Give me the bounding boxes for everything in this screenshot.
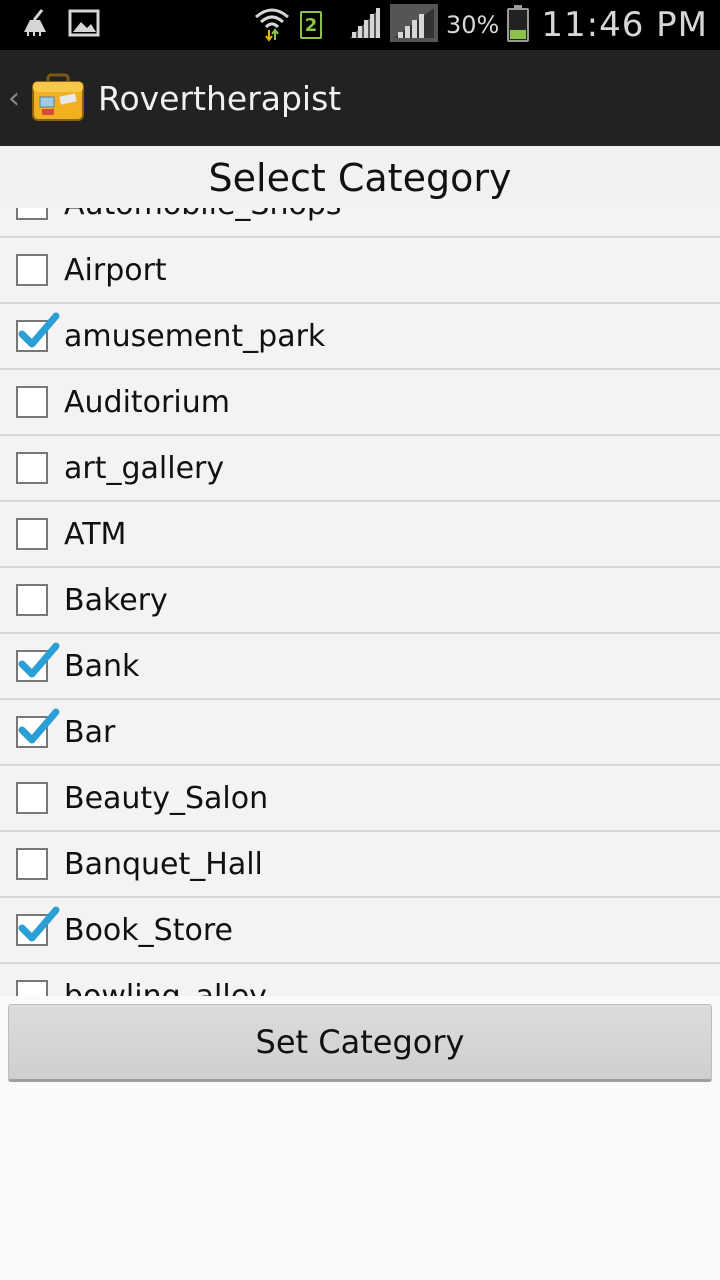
category-checkbox[interactable] <box>16 848 48 880</box>
category-label: Banquet_Hall <box>64 846 263 882</box>
category-checkbox[interactable] <box>16 980 48 996</box>
category-item[interactable]: bowling_alley <box>0 964 720 996</box>
category-item[interactable]: Auditorium <box>0 370 720 436</box>
checkmark-icon <box>18 906 60 942</box>
action-bar: ‹ Rovertherapist <box>0 50 720 146</box>
category-label: amusement_park <box>64 318 326 354</box>
category-item[interactable]: amusement_park <box>0 304 720 370</box>
wifi-icon <box>252 3 292 47</box>
category-item[interactable]: Banquet_Hall <box>0 832 720 898</box>
category-label: Beauty_Salon <box>64 780 269 816</box>
sim-number: 2 <box>304 14 318 36</box>
checkmark-icon <box>18 708 60 744</box>
checkmark-icon <box>18 642 60 678</box>
app-title: Rovertherapist <box>98 78 342 118</box>
category-item[interactable]: art_gallery <box>0 436 720 502</box>
category-checkbox[interactable] <box>16 642 60 682</box>
category-label: Airport <box>64 252 167 288</box>
category-label: art_gallery <box>64 450 225 486</box>
category-item[interactable]: Bakery <box>0 568 720 634</box>
category-item[interactable]: Book_Store <box>0 898 720 964</box>
status-bar: 2 30% 11:46 PM <box>0 0 720 50</box>
category-item[interactable]: ATM <box>0 502 720 568</box>
category-label: Auditorium <box>64 384 230 420</box>
signal-icon <box>348 6 382 44</box>
category-list: Automobile_ShopsAirportamusement_parkAud… <box>0 172 720 996</box>
battery-fill <box>510 30 527 39</box>
clock: 11:46 PM <box>541 5 708 45</box>
set-category-button[interactable]: Set Category <box>8 1004 712 1082</box>
category-label: Bar <box>64 714 116 750</box>
suitcase-icon[interactable] <box>30 73 86 123</box>
category-checkbox[interactable] <box>16 518 48 550</box>
battery-icon <box>507 5 530 42</box>
category-item[interactable]: Airport <box>0 238 720 304</box>
category-checkbox[interactable] <box>16 782 48 814</box>
category-item[interactable]: Beauty_Salon <box>0 766 720 832</box>
category-checkbox[interactable] <box>16 584 48 616</box>
category-checkbox[interactable] <box>16 452 48 484</box>
checkmark-icon <box>18 312 60 348</box>
category-item[interactable]: Bar <box>0 700 720 766</box>
category-checkbox[interactable] <box>16 708 60 748</box>
chevron-left-icon[interactable]: ‹ <box>8 81 26 116</box>
category-checkbox[interactable] <box>16 906 60 946</box>
category-checkbox[interactable] <box>16 312 60 352</box>
category-label: ATM <box>64 516 127 552</box>
sim-icon: 2 <box>300 11 323 39</box>
page-title: Select Category <box>0 146 720 208</box>
category-label: Book_Store <box>64 912 233 948</box>
signal-icon-2 <box>390 4 439 46</box>
battery-percent: 30% <box>446 11 500 39</box>
image-icon <box>68 8 100 42</box>
category-item[interactable]: Bank <box>0 634 720 700</box>
category-label: Bakery <box>64 582 168 618</box>
category-label: bowling_alley <box>64 978 267 997</box>
category-label: Bank <box>64 648 140 684</box>
broom-icon <box>20 8 50 42</box>
category-checkbox[interactable] <box>16 386 48 418</box>
category-list-viewport[interactable]: Automobile_ShopsAirportamusement_parkAud… <box>0 146 720 996</box>
category-checkbox[interactable] <box>16 254 48 286</box>
